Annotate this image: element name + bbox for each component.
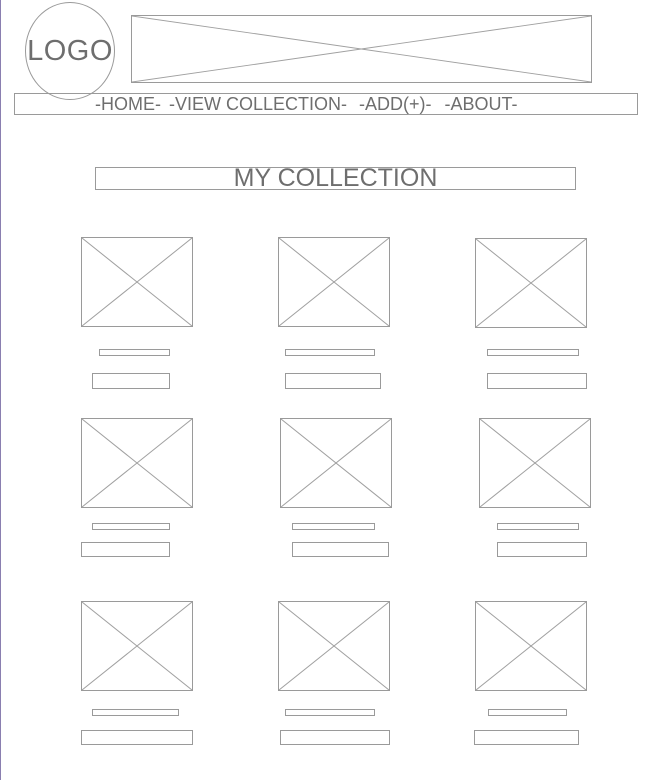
image-placeholder-icon <box>281 419 391 507</box>
collection-item-image[interactable] <box>81 418 193 508</box>
image-placeholder-icon <box>279 238 389 326</box>
image-placeholder-icon <box>82 238 192 326</box>
image-placeholder-icon <box>480 419 590 507</box>
image-placeholder-icon <box>132 16 591 82</box>
collection-item-title-placeholder <box>92 709 179 716</box>
collection-item-title-placeholder <box>285 709 375 716</box>
collection-item-image[interactable] <box>81 601 193 691</box>
collection-item-button-placeholder[interactable] <box>92 373 170 389</box>
collection-item-button-placeholder[interactable] <box>81 730 193 745</box>
image-placeholder-icon <box>476 602 586 690</box>
collection-item-image[interactable] <box>81 237 193 327</box>
collection-item-button-placeholder[interactable] <box>487 373 587 389</box>
header-banner-image <box>131 15 592 83</box>
collection-item-title-placeholder <box>285 349 375 356</box>
collection-item-button-placeholder[interactable] <box>474 730 579 745</box>
collection-item-image[interactable] <box>479 418 591 508</box>
collection-item-title-placeholder <box>99 349 170 356</box>
collection-item-button-placeholder[interactable] <box>292 542 389 557</box>
page-title: MY COLLECTION <box>95 164 576 192</box>
nav-view-collection-link[interactable]: -VIEW COLLECTION- <box>169 94 347 115</box>
collection-item-image[interactable] <box>278 601 390 691</box>
page-title-text: MY COLLECTION <box>233 164 438 192</box>
main-nav: -HOME- -VIEW COLLECTION- -ADD(+)- -ABOUT… <box>14 93 638 115</box>
image-placeholder-icon <box>279 602 389 690</box>
collection-item-title-placeholder <box>488 709 567 716</box>
collection-item-button-placeholder[interactable] <box>81 542 170 557</box>
collection-item-button-placeholder[interactable] <box>280 730 390 745</box>
collection-item-title-placeholder <box>497 523 579 530</box>
collection-item-image[interactable] <box>278 237 390 327</box>
nav-add-link[interactable]: -ADD(+)- <box>359 94 432 115</box>
logo-text: LOGO <box>27 34 113 67</box>
image-placeholder-icon <box>476 239 586 327</box>
collection-item-title-placeholder <box>292 523 375 530</box>
collection-item-image[interactable] <box>475 601 587 691</box>
collection-item-button-placeholder[interactable] <box>497 542 587 557</box>
nav-home-link[interactable]: -HOME- <box>95 94 161 115</box>
logo[interactable]: LOGO <box>25 2 115 100</box>
collection-item-image[interactable] <box>280 418 392 508</box>
image-placeholder-icon <box>82 419 192 507</box>
collection-item-title-placeholder <box>487 349 579 356</box>
collection-item-image[interactable] <box>475 238 587 328</box>
window-edge <box>0 0 1 780</box>
nav-about-link[interactable]: -ABOUT- <box>445 94 518 115</box>
image-placeholder-icon <box>82 602 192 690</box>
collection-item-button-placeholder[interactable] <box>285 373 381 389</box>
collection-item-title-placeholder <box>92 523 170 530</box>
